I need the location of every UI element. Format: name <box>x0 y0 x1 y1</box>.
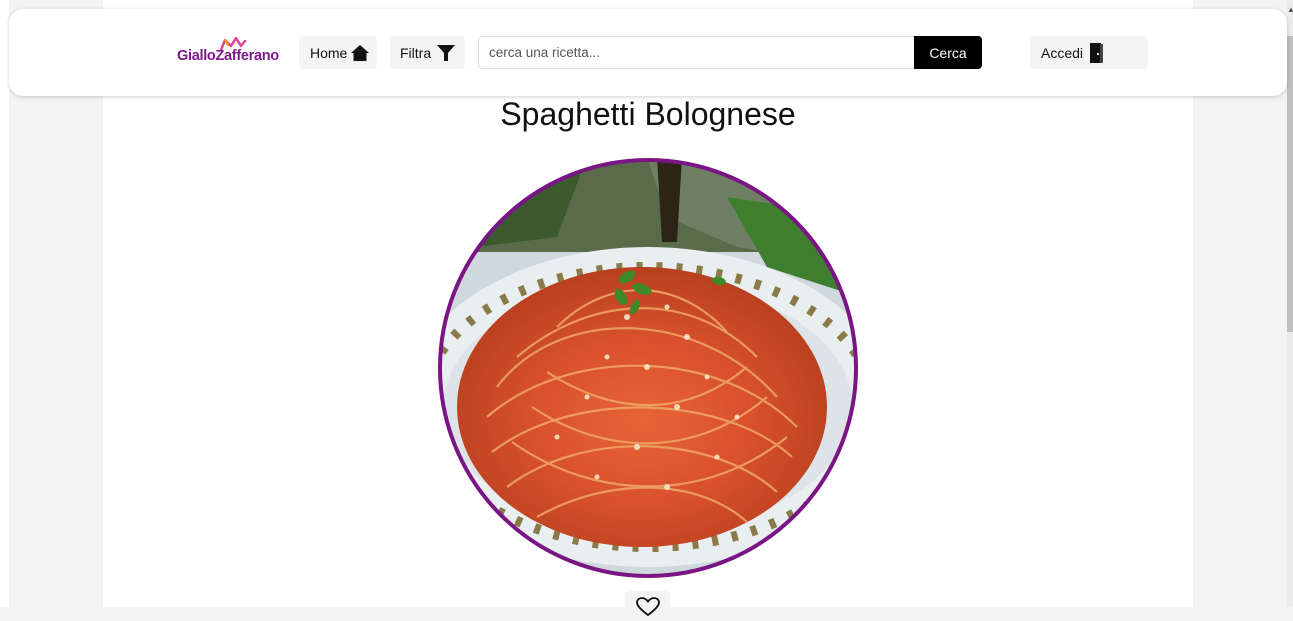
page-left-edge <box>0 0 9 607</box>
home-icon <box>351 44 370 61</box>
door-icon <box>1090 42 1104 63</box>
like-button[interactable] <box>625 591 670 621</box>
logo-text: GialloZafferano <box>177 48 279 64</box>
login-button[interactable]: Accedi <box>1030 36 1148 69</box>
home-button[interactable]: Home <box>299 36 377 69</box>
home-label: Home <box>310 44 348 61</box>
scrollbar-thumb[interactable] <box>1287 36 1293 332</box>
scroll-up-arrow-icon[interactable]: ▲ <box>1287 0 1293 20</box>
filter-button[interactable]: Filtra <box>390 36 465 69</box>
top-navbar: GialloZafferano Home Filtra Cerca Accedi <box>9 9 1287 96</box>
login-label: Accedi <box>1041 44 1084 61</box>
recipe-image <box>438 158 858 578</box>
page-scrollbar[interactable]: ▲ <box>1287 0 1293 607</box>
recipe-title: Spaghetti Bolognese <box>500 96 796 132</box>
filter-funnel-icon <box>437 44 456 61</box>
search-button[interactable]: Cerca <box>914 36 982 69</box>
heart-icon <box>636 597 660 617</box>
search-input[interactable] <box>478 36 915 69</box>
site-logo[interactable]: GialloZafferano <box>177 37 289 73</box>
search-bar: Cerca <box>478 36 982 69</box>
filter-label: Filtra <box>400 44 432 61</box>
